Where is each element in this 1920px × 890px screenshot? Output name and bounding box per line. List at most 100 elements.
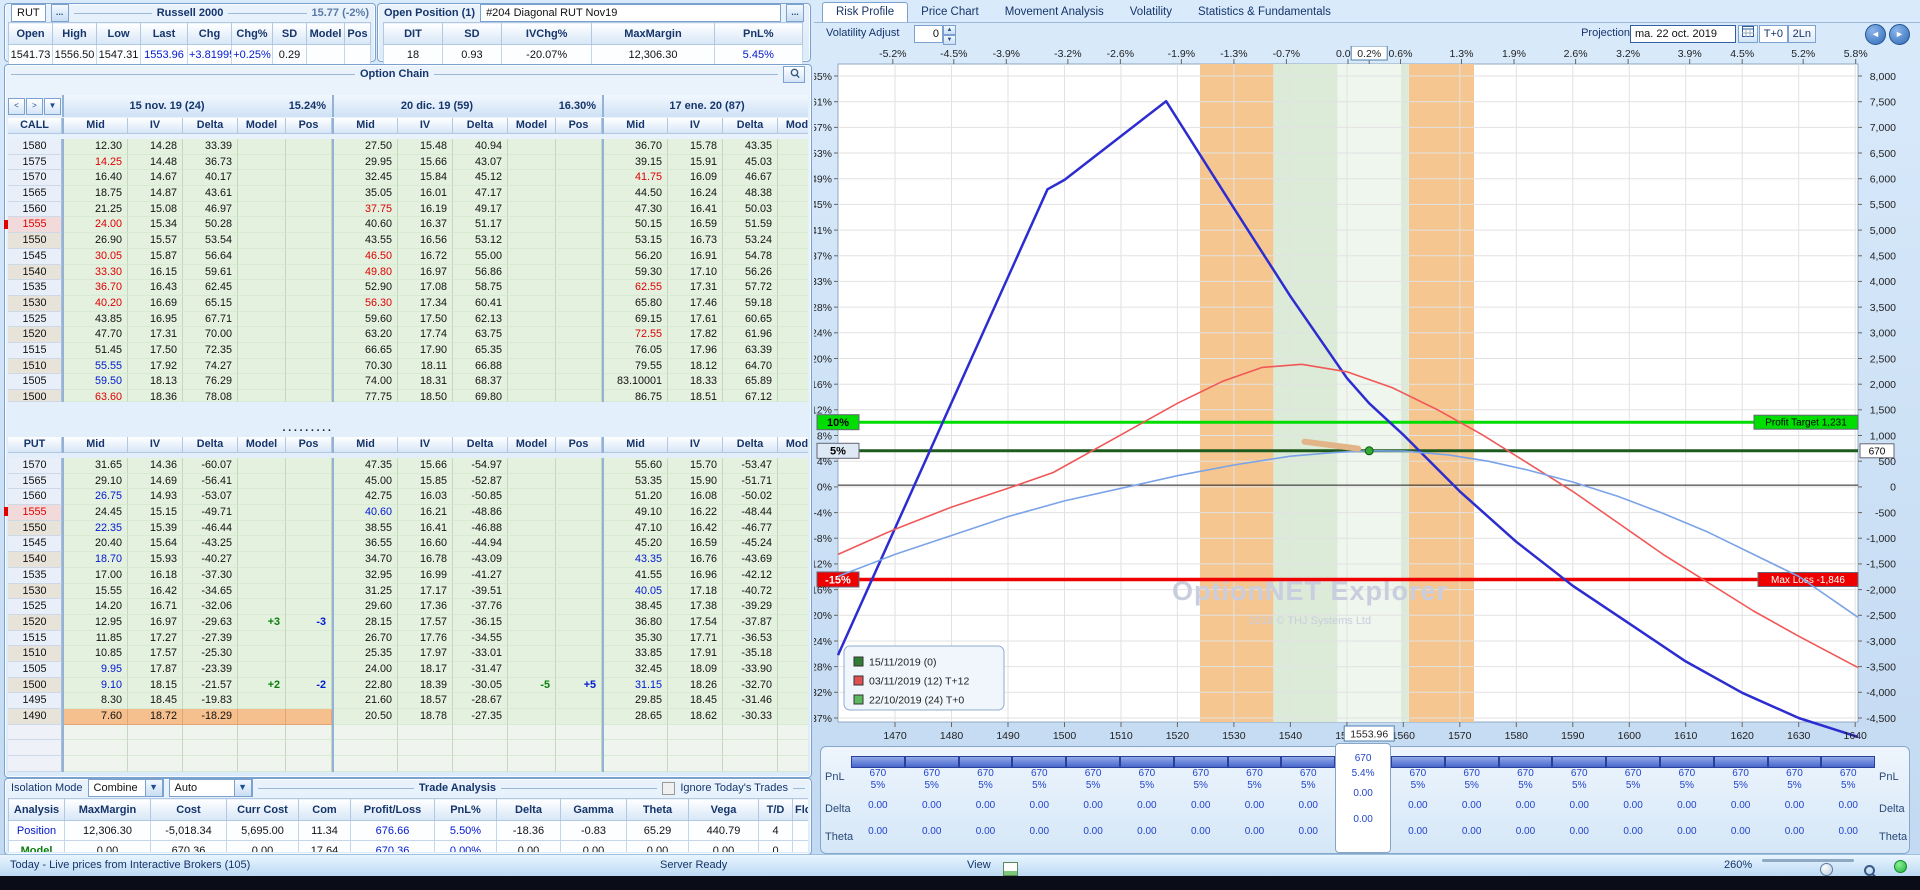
option-cell[interactable] [778, 390, 808, 402]
option-cell[interactable] [508, 249, 556, 265]
option-cell[interactable]: 15.70 [668, 458, 723, 474]
option-cell[interactable]: 16.42 [128, 584, 183, 600]
option-cell[interactable]: -52.87 [453, 474, 508, 490]
option-cell[interactable]: 18.62 [668, 709, 723, 725]
option-cell[interactable]: 14.36 [128, 458, 183, 474]
option-cell[interactable] [556, 521, 602, 537]
option-cell[interactable] [508, 233, 556, 249]
option-cell[interactable] [508, 155, 556, 171]
option-cell[interactable]: 14.28 [128, 139, 183, 155]
option-cell[interactable] [556, 249, 602, 265]
zoom-slider-thumb[interactable] [1820, 863, 1833, 876]
option-cell[interactable] [286, 458, 332, 474]
option-cell[interactable] [508, 646, 556, 662]
option-cell[interactable] [238, 568, 286, 584]
option-cell[interactable] [508, 662, 556, 678]
option-cell[interactable]: 47.17 [453, 186, 508, 202]
option-cell[interactable]: 15.55 [64, 584, 128, 600]
option-cell[interactable] [556, 599, 602, 615]
option-cell[interactable]: 32.95 [334, 568, 398, 584]
option-cell[interactable]: 47.35 [334, 458, 398, 474]
option-cell[interactable]: 16.43 [128, 280, 183, 296]
option-cell[interactable]: 62.55 [604, 280, 668, 296]
option-cell[interactable] [508, 631, 556, 647]
option-cell[interactable] [778, 170, 808, 186]
option-cell[interactable]: 14.20 [64, 599, 128, 615]
option-cell[interactable] [238, 170, 286, 186]
option-cell[interactable]: 17.27 [128, 631, 183, 647]
option-cell[interactable]: -27.39 [183, 631, 238, 647]
option-cell[interactable]: -35.18 [723, 646, 778, 662]
strip-column[interactable]: 6705%0.000.00 [1066, 747, 1120, 853]
option-cell[interactable] [508, 280, 556, 296]
strip-column[interactable]: 6705%0.000.00 [851, 747, 905, 853]
option-cell[interactable] [238, 536, 286, 552]
option-cell[interactable]: 16.42 [668, 521, 723, 537]
option-cell[interactable] [508, 552, 556, 568]
option-cell[interactable]: 17.92 [128, 359, 183, 375]
option-cell[interactable]: 44.50 [604, 186, 668, 202]
option-cell[interactable]: 16.59 [668, 536, 723, 552]
option-cell[interactable]: 28.15 [334, 615, 398, 631]
option-cell[interactable] [238, 374, 286, 390]
option-cell[interactable]: 31.25 [334, 584, 398, 600]
option-cell[interactable]: 43.07 [453, 155, 508, 171]
option-cell[interactable]: 29.10 [64, 474, 128, 490]
option-cell[interactable] [238, 693, 286, 709]
option-cell[interactable] [778, 265, 808, 281]
option-cell[interactable] [556, 343, 602, 359]
option-cell[interactable] [778, 599, 808, 615]
option-cell[interactable]: 17.17 [398, 584, 453, 600]
option-cell[interactable]: 17.57 [128, 646, 183, 662]
option-cell[interactable]: 17.54 [668, 615, 723, 631]
option-cell[interactable]: 63.75 [453, 327, 508, 343]
option-cell[interactable]: 41.55 [604, 568, 668, 584]
option-cell[interactable] [508, 709, 556, 725]
option-cell[interactable]: 59.50 [64, 374, 128, 390]
option-cell[interactable]: 18.13 [128, 374, 183, 390]
option-cell[interactable]: 50.15 [604, 217, 668, 233]
option-cell[interactable]: 36.55 [334, 536, 398, 552]
option-cell[interactable] [508, 568, 556, 584]
option-cell[interactable] [556, 280, 602, 296]
option-cell[interactable]: 20.40 [64, 536, 128, 552]
option-cell[interactable]: 50.28 [183, 217, 238, 233]
spin-down-icon[interactable]: ▼ [943, 35, 956, 45]
option-cell[interactable]: -50.02 [723, 489, 778, 505]
current-price-marker[interactable] [1365, 447, 1373, 455]
option-cell[interactable]: 12.95 [64, 615, 128, 631]
option-cell[interactable]: 62.45 [183, 280, 238, 296]
option-cell[interactable] [238, 343, 286, 359]
option-cell[interactable] [286, 280, 332, 296]
option-cell[interactable]: 16.08 [668, 489, 723, 505]
option-cell[interactable]: 14.87 [128, 186, 183, 202]
option-cell[interactable]: 17.97 [398, 646, 453, 662]
two-lines-button[interactable]: 2Ln [1788, 25, 1816, 43]
chain-splitter[interactable]: ········· [248, 425, 368, 437]
option-cell[interactable] [286, 693, 332, 709]
option-cell[interactable] [508, 374, 556, 390]
spin-up-icon[interactable]: ▲ [943, 25, 956, 35]
option-cell[interactable] [508, 296, 556, 312]
option-cell[interactable]: -33.01 [453, 646, 508, 662]
isolation-mode-select[interactable]: Combine ▼ [88, 779, 164, 797]
chain-prev-button[interactable]: < [8, 98, 25, 115]
option-cell[interactable]: 15.90 [668, 474, 723, 490]
option-cell[interactable]: -31.47 [453, 662, 508, 678]
option-cell[interactable]: 16.96 [668, 568, 723, 584]
option-cell[interactable] [286, 505, 332, 521]
option-cell[interactable]: -25.30 [183, 646, 238, 662]
option-cell[interactable]: 15.48 [398, 139, 453, 155]
option-cell[interactable]: 16.97 [398, 265, 453, 281]
option-cell[interactable]: 45.12 [453, 170, 508, 186]
option-cell[interactable]: 65.35 [453, 343, 508, 359]
option-cell[interactable]: 18.33 [668, 374, 723, 390]
option-cell[interactable] [778, 552, 808, 568]
option-cell[interactable]: 59.18 [723, 296, 778, 312]
option-cell[interactable] [778, 139, 808, 155]
option-cell[interactable]: -34.55 [453, 631, 508, 647]
option-cell[interactable]: 67.12 [723, 390, 778, 402]
option-cell[interactable]: 14.69 [128, 474, 183, 490]
option-cell[interactable] [556, 584, 602, 600]
option-cell[interactable] [238, 599, 286, 615]
